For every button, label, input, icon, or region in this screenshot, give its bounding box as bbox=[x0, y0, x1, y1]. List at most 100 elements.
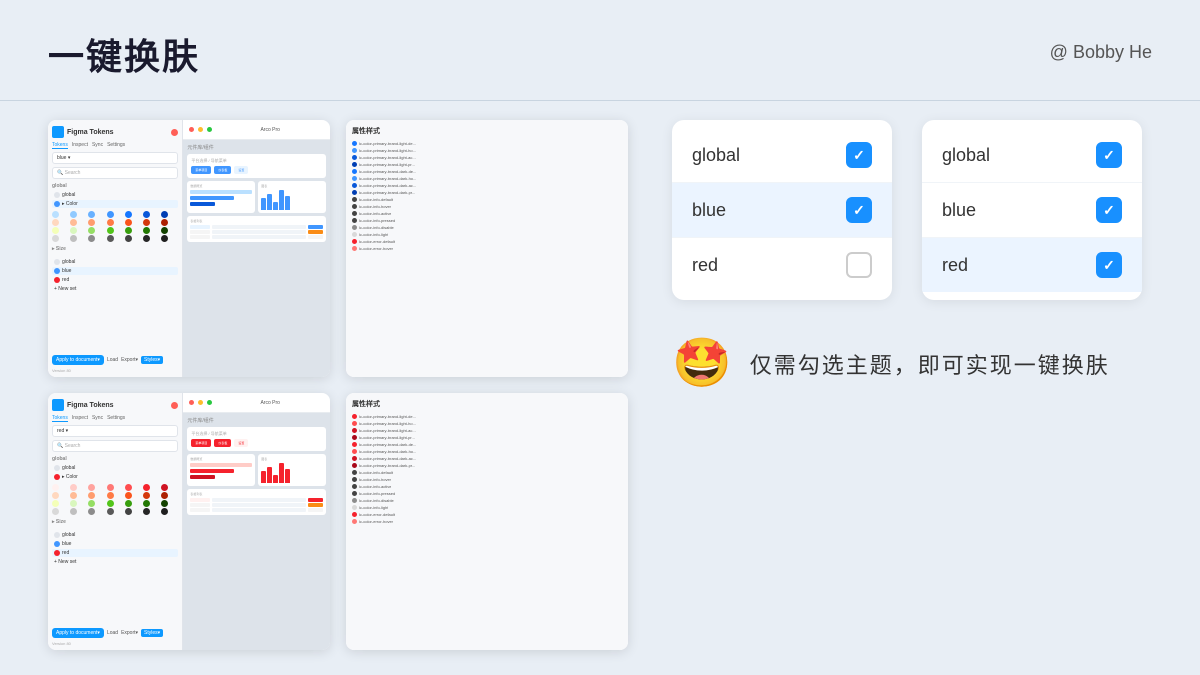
ft-tab-sync[interactable]: Sync bbox=[92, 142, 103, 149]
ft-tab-inspect-bl[interactable]: Inspect bbox=[72, 415, 88, 422]
ft-item-newset[interactable]: + New set bbox=[52, 285, 178, 293]
token-panel-title-br: 属性样式 bbox=[352, 399, 622, 409]
ft-section-global-bl: global bbox=[52, 456, 178, 462]
screenshot-top-right: 属性样式 lc-color-primary-brand-light-de...l… bbox=[346, 120, 628, 377]
ft-item-global3-bl[interactable]: global bbox=[52, 531, 178, 539]
token-item: lc-color-info-hover bbox=[352, 203, 622, 210]
token-item: lc-color-info-default bbox=[352, 469, 622, 476]
ft-close-bl[interactable] bbox=[171, 402, 178, 409]
checkbox-red-1[interactable] bbox=[846, 252, 872, 278]
token-item: lc-color-info-active bbox=[352, 483, 622, 490]
checkbox-label-global-1: global bbox=[692, 145, 740, 166]
ft-color-grid-bl bbox=[52, 484, 178, 515]
checkbox-label-red-1: red bbox=[692, 255, 718, 276]
checkbox-global-2[interactable] bbox=[1096, 142, 1122, 168]
token-item: lc-color-primary-brand-light-ho... bbox=[352, 420, 622, 427]
screenshot-bottom-left: Figma Tokens Tokens Inspect Sync Setting… bbox=[48, 393, 330, 650]
token-item: lc-color-primary-brand-light-pr... bbox=[352, 161, 622, 168]
ft-apply-btn-bl[interactable]: Apply to document▾ bbox=[52, 628, 104, 638]
token-list-bottom-right: lc-color-primary-brand-light-de...lc-col… bbox=[352, 413, 622, 525]
ft-tab-tokens[interactable]: Tokens bbox=[52, 142, 68, 149]
checkbox-label-blue-1: blue bbox=[692, 200, 726, 221]
checkbox-blue-1[interactable] bbox=[846, 197, 872, 223]
ft-color-dot bbox=[54, 201, 60, 207]
token-item: lc-color-error-hover bbox=[352, 245, 622, 252]
checkbox-label-global-2: global bbox=[942, 145, 990, 166]
token-item: lc-color-primary-brand-dark-de... bbox=[352, 168, 622, 175]
token-item: lc-color-primary-brand-dark-pr... bbox=[352, 462, 622, 469]
token-item: lc-color-error-default bbox=[352, 238, 622, 245]
screenshots-area: Figma Tokens Tokens Inspect Sync Setting… bbox=[48, 120, 628, 650]
figma-tokens-panel-bottom-left: Figma Tokens Tokens Inspect Sync Setting… bbox=[48, 393, 183, 650]
ft-item-red[interactable]: red bbox=[52, 276, 178, 284]
checkbox-blue-2[interactable] bbox=[1096, 197, 1122, 223]
ft-tab-sync-bl[interactable]: Sync bbox=[92, 415, 103, 422]
ft-search-bl[interactable]: 🔍 Search bbox=[52, 440, 178, 452]
canvas-topbar-tl: Arco Pro bbox=[183, 120, 330, 140]
token-item: lc-color-primary-brand-dark-de... bbox=[352, 441, 622, 448]
ft-item-red-bl[interactable]: red bbox=[52, 549, 178, 557]
ft-close-btn[interactable] bbox=[171, 129, 178, 136]
ft-search-input[interactable]: 🔍 Search bbox=[52, 167, 178, 179]
ft-title-bl: Figma Tokens bbox=[67, 402, 114, 409]
ft-theme-selector-bl[interactable]: red ▾ bbox=[52, 425, 178, 437]
canvas-title-tl: Arco Pro bbox=[260, 127, 279, 133]
author-label: @ Bobby He bbox=[1050, 42, 1152, 63]
token-item: lc-color-primary-brand-light-de... bbox=[352, 140, 622, 147]
checkbox-row-global-2: global bbox=[922, 128, 1142, 183]
ft-item-blue-bl[interactable]: blue bbox=[52, 540, 178, 548]
token-item: lc-color-primary-brand-light-ho... bbox=[352, 147, 622, 154]
token-item: lc-color-info-default bbox=[352, 196, 622, 203]
ft-section-global: global bbox=[52, 183, 178, 189]
token-item: lc-color-info-pressed bbox=[352, 217, 622, 224]
ft-version: Version 80 bbox=[52, 368, 178, 373]
ft-item-newset-bl[interactable]: + New set bbox=[52, 558, 178, 566]
checkbox-global-1[interactable] bbox=[846, 142, 872, 168]
token-item: lc-color-primary-brand-light-pr... bbox=[352, 434, 622, 441]
checkbox-groups: global blue red global blue r bbox=[672, 120, 1152, 300]
ft-selector-value-bl: red ▾ bbox=[57, 428, 68, 434]
ft-item-color-bl[interactable]: ▸ Color bbox=[52, 473, 178, 481]
ft-tab-inspect[interactable]: Inspect bbox=[72, 142, 88, 149]
ft-theme-selector[interactable]: blue ▾ bbox=[52, 152, 178, 164]
token-item: lc-color-primary-brand-light-ac... bbox=[352, 154, 622, 161]
figma-tokens-panel-top-left: Figma Tokens Tokens Inspect Sync Setting… bbox=[48, 120, 183, 377]
token-item: lc-color-primary-brand-light-de... bbox=[352, 413, 622, 420]
checkbox-row-blue-1: blue bbox=[672, 183, 892, 238]
token-item: lc-color-info-active bbox=[352, 210, 622, 217]
token-item: lc-color-info-pressed bbox=[352, 490, 622, 497]
ft-item-global[interactable]: global bbox=[52, 191, 178, 199]
ft-item-color[interactable]: ▸ Color bbox=[52, 200, 178, 208]
token-item: lc-color-primary-brand-dark-ho... bbox=[352, 448, 622, 455]
token-item: lc-color-info-hover bbox=[352, 476, 622, 483]
ft-logo bbox=[52, 126, 64, 138]
ft-item-blue[interactable]: blue bbox=[52, 267, 178, 275]
checkbox-group-2: global blue red bbox=[922, 120, 1142, 300]
ft-item-dot bbox=[54, 192, 60, 198]
checkbox-row-blue-2: blue bbox=[922, 183, 1142, 238]
canvas-title-bl: Arco Pro bbox=[260, 400, 279, 406]
hint-text: 仅需勾选主题，即可实现一键换肤 bbox=[750, 348, 1110, 380]
ft-tab-settings-bl[interactable]: Settings bbox=[107, 415, 125, 422]
ft-tab-tokens-bl[interactable]: Tokens bbox=[52, 415, 68, 422]
hint-emoji: 🤩 bbox=[672, 340, 732, 388]
ft-apply-btn[interactable]: Apply to document▾ bbox=[52, 355, 104, 365]
ft-section-size: ▸ Size bbox=[52, 246, 178, 252]
checkbox-label-red-2: red bbox=[942, 255, 968, 276]
ft-tab-settings[interactable]: Settings bbox=[107, 142, 125, 149]
canvas-topbar-bl: Arco Pro bbox=[183, 393, 330, 413]
bottom-hint: 🤩 仅需勾选主题，即可实现一键换肤 bbox=[672, 340, 1152, 388]
token-item: lc-color-info-disable bbox=[352, 497, 622, 504]
ft-item-global2[interactable]: global bbox=[52, 258, 178, 266]
checkbox-row-red-1: red bbox=[672, 238, 892, 292]
token-item: lc-color-error-default bbox=[352, 511, 622, 518]
token-list-top-right: lc-color-primary-brand-light-de...lc-col… bbox=[352, 140, 622, 252]
ft-color-grid bbox=[52, 211, 178, 242]
ft-logo-bl bbox=[52, 399, 64, 411]
token-item: lc-color-primary-brand-light-ac... bbox=[352, 427, 622, 434]
ft-item-global-bl[interactable]: global bbox=[52, 464, 178, 472]
checkbox-red-2[interactable] bbox=[1096, 252, 1122, 278]
screenshot-top-left: Figma Tokens Tokens Inspect Sync Setting… bbox=[48, 120, 330, 377]
ft-footer: Apply to document▾ Load Export▾ Styles▾ … bbox=[52, 355, 178, 373]
checkbox-label-blue-2: blue bbox=[942, 200, 976, 221]
